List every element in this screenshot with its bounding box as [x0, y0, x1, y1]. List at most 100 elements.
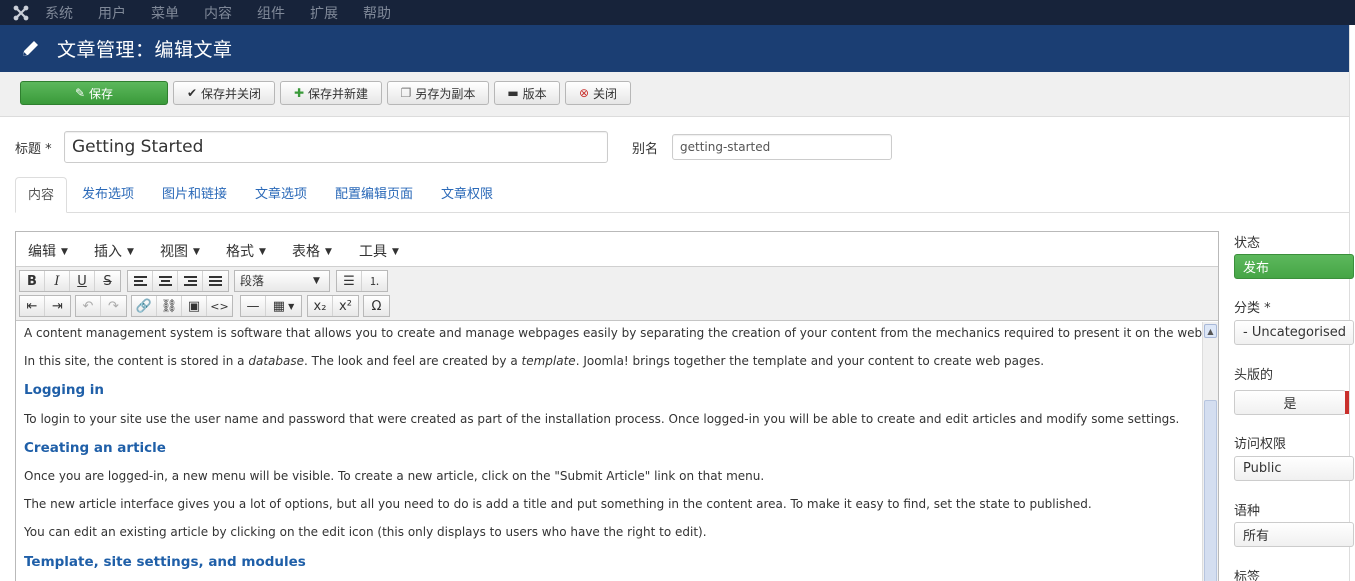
script-group: x₂ x²	[307, 295, 359, 317]
window-edge	[1349, 25, 1355, 581]
caret-down-icon: ▼	[325, 247, 332, 257]
align-center-icon[interactable]	[153, 271, 178, 291]
save-new-button[interactable]: ✚ 保存并新建	[280, 81, 382, 105]
editor-menu-edit-label: 编辑	[28, 244, 56, 260]
content-heading: Logging in	[24, 382, 105, 398]
versions-label: 版本	[522, 86, 547, 101]
access-select[interactable]: Public	[1234, 456, 1354, 481]
redo-icon[interactable]: ↷	[101, 296, 126, 316]
content-paragraph: Once you are logged-in, a new menu will …	[24, 469, 765, 483]
tab-images-links[interactable]: 图片和链接	[162, 177, 227, 213]
tab-editor-config[interactable]: 配置编辑页面	[335, 177, 413, 213]
align-right-icon[interactable]	[178, 271, 203, 291]
align-justify-icon[interactable]	[203, 271, 228, 291]
save-copy-label: 另存为副本	[415, 86, 476, 101]
top-menu-users[interactable]: 用户	[98, 3, 126, 23]
editor-menu-tools[interactable]: 工具 ▼	[359, 241, 399, 261]
tags-label: 标签	[1234, 570, 1261, 581]
image-icon[interactable]: ▣	[182, 296, 207, 316]
text-run: In this site, the content is stored in a	[24, 354, 249, 368]
save-new-label: 保存并新建	[308, 86, 369, 101]
tab-content[interactable]: 内容	[15, 177, 68, 213]
save-close-label: 保存并关闭	[201, 86, 262, 101]
table-icon[interactable]: ▦ ▼	[266, 296, 301, 316]
featured-yes-button[interactable]: 是	[1234, 390, 1346, 415]
editor-content-area[interactable]: A content management system is software …	[16, 322, 1202, 581]
editor-menu-format-label: 格式	[226, 244, 254, 260]
save-button[interactable]: ✎ 保存	[20, 81, 168, 105]
pencil-icon	[23, 40, 38, 56]
hr-table-group: — ▦ ▼	[240, 295, 302, 317]
editor-scrollbar[interactable]: ▲	[1202, 322, 1218, 581]
content-paragraph: You can edit an existing article by clic…	[24, 525, 707, 539]
editor-menu-table-label: 表格	[292, 244, 320, 260]
top-menu-system[interactable]: 系统	[45, 3, 73, 23]
top-menu-content[interactable]: 内容	[204, 3, 232, 23]
featured-label: 头版的	[1234, 368, 1274, 383]
subscript-icon[interactable]: x₂	[308, 296, 333, 316]
text-run-italic: template	[521, 354, 576, 368]
format-select[interactable]: 段落 ▼	[234, 270, 330, 292]
joomla-logo-icon[interactable]	[0, 0, 42, 25]
editor-menu-table[interactable]: 表格 ▼	[292, 241, 332, 261]
close-button[interactable]: ⊗ 关闭	[565, 81, 631, 105]
underline-icon[interactable]: U	[70, 271, 95, 291]
alias-input[interactable]: getting-started	[672, 134, 892, 160]
content-heading: Template, site settings, and modules	[24, 554, 306, 570]
save-copy-button[interactable]: ❐ 另存为副本	[387, 81, 489, 105]
insert-group: 🔗 ⛓ ▣ <>	[131, 295, 233, 317]
tab-publishing[interactable]: 发布选项	[82, 177, 134, 213]
format-select-value: 段落	[240, 274, 265, 288]
language-label: 语种	[1234, 504, 1261, 519]
content-paragraph: To login to your site use the user name …	[24, 412, 1180, 426]
save-close-button[interactable]: ✔ 保存并关闭	[173, 81, 275, 105]
scroll-up-icon[interactable]: ▲	[1204, 324, 1217, 338]
scrollbar-thumb[interactable]	[1204, 400, 1217, 581]
archive-icon: ▬	[507, 86, 519, 100]
strikethrough-icon[interactable]: S	[95, 271, 120, 291]
top-navbar: 系统 用户 菜单 内容 组件 扩展 帮助	[0, 0, 1355, 25]
tab-permissions[interactable]: 文章权限	[441, 177, 493, 213]
omega-icon[interactable]: Ω	[364, 296, 389, 316]
alias-label: 别名	[632, 142, 659, 157]
title-input[interactable]: Getting Started	[64, 131, 608, 163]
editor-menu-edit[interactable]: 编辑 ▼	[28, 241, 68, 261]
caret-down-icon: ▼	[127, 247, 134, 257]
undo-icon[interactable]: ↶	[76, 296, 101, 316]
edit-icon: ✎	[74, 86, 86, 100]
indent-icon[interactable]: ⇥	[45, 296, 70, 316]
top-menu-help[interactable]: 帮助	[363, 3, 391, 23]
page-header: 文章管理：编辑文章	[0, 25, 1349, 72]
category-select[interactable]: - Uncategorised	[1234, 320, 1354, 345]
top-menu-components[interactable]: 组件	[257, 3, 285, 23]
content-paragraph: A content management system is software …	[24, 326, 1202, 340]
editor-menu-insert[interactable]: 插入 ▼	[94, 241, 134, 261]
editor-menu-format[interactable]: 格式 ▼	[226, 241, 266, 261]
featured-no-button-edge[interactable]	[1345, 391, 1349, 414]
italic-icon[interactable]: I	[45, 271, 70, 291]
tab-article-options[interactable]: 文章选项	[255, 177, 307, 213]
text-run-italic: database	[248, 354, 304, 368]
horizontal-rule-icon[interactable]: —	[241, 296, 266, 316]
versions-button[interactable]: ▬ 版本	[494, 81, 560, 105]
outdent-icon[interactable]: ⇤	[20, 296, 45, 316]
copy-icon: ❐	[400, 86, 412, 100]
status-select[interactable]: 发布	[1234, 254, 1354, 279]
code-icon[interactable]: <>	[207, 296, 232, 316]
editor-menubar: 编辑 ▼ 插入 ▼ 视图 ▼ 格式 ▼ 表格 ▼ 工具 ▼	[16, 232, 1218, 267]
superscript-icon[interactable]: x²	[333, 296, 358, 316]
save-button-label: 保存	[89, 86, 114, 101]
numbered-list-icon[interactable]: ⒈	[362, 271, 387, 291]
top-menu-extensions[interactable]: 扩展	[310, 3, 338, 23]
bullet-list-icon[interactable]: ☰	[337, 271, 362, 291]
title-label: 标题 *	[15, 142, 52, 157]
align-left-icon[interactable]	[128, 271, 153, 291]
link-icon[interactable]: 🔗	[132, 296, 157, 316]
editor-menu-tools-label: 工具	[359, 244, 387, 260]
unlink-icon[interactable]: ⛓	[157, 296, 182, 316]
editor-menu-view[interactable]: 视图 ▼	[160, 241, 200, 261]
language-select[interactable]: 所有	[1234, 522, 1354, 547]
top-menu-menus[interactable]: 菜单	[151, 3, 179, 23]
text-run: . Joomla! brings together the template a…	[575, 354, 1045, 368]
bold-icon[interactable]: B	[20, 271, 45, 291]
